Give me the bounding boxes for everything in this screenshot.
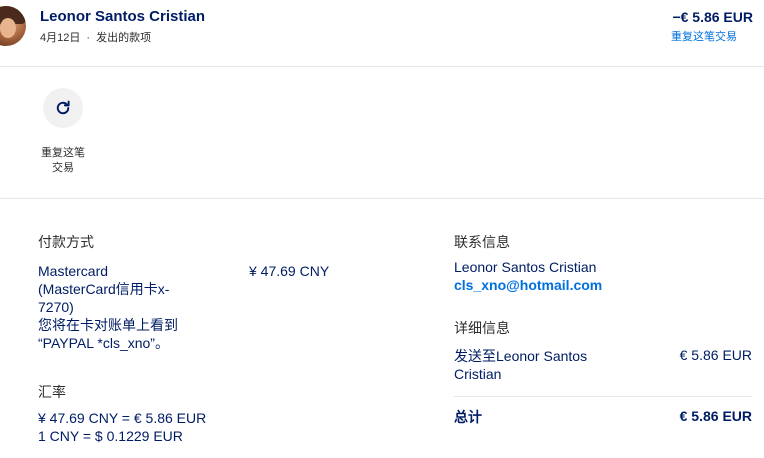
repeat-transaction-label: 重复这笔 交易 (41, 147, 85, 174)
payment-method-card-suffix: 7270) (38, 299, 74, 315)
payment-method-details: Mastercard (MasterCard信用卡x- 7270) 您将在卡对账… (38, 262, 228, 352)
transaction-date: 4月12日 (40, 32, 81, 44)
statement-note-line2: “PAYPAL *cls_xno”。 (38, 335, 169, 351)
total-label: 总计 (454, 409, 482, 425)
contact-info-details: Leonor Santos Cristian cls_xno@hotmail.c… (454, 258, 602, 294)
exchange-rate-conversion: ¥ 47.69 CNY = € 5.86 EUR (38, 410, 207, 426)
repeat-transaction-button[interactable] (43, 88, 83, 128)
section-divider (0, 198, 764, 199)
sent-to: 发送至Leonor Santos Cristian (454, 348, 588, 382)
transaction-header: Leonor Santos Cristian 4月12日 · 发出的款项 −€ … (0, 0, 764, 67)
sent-amount: € 5.86 EUR (679, 347, 752, 363)
payment-method-amount: ¥ 47.69 CNY (249, 263, 330, 279)
avatar-face (0, 18, 16, 38)
statement-note-line1: 您将在卡对账单上看到 (38, 317, 178, 333)
contact-email-link[interactable]: cls_xno@hotmail.com (454, 276, 602, 294)
refresh-icon (56, 100, 70, 115)
exchange-rate-details: ¥ 47.69 CNY = € 5.86 EUR 1 CNY = $ 0.122… (38, 409, 206, 445)
exchange-rate-unit: 1 CNY = $ 0.1229 EUR (38, 428, 183, 444)
counterparty-name: Leonor Santos Cristian (40, 8, 206, 25)
total-divider (454, 396, 752, 397)
transaction-subline: 4月12日 · 发出的款项 (40, 29, 151, 45)
repeat-transaction-link[interactable]: 重复这笔交易 (671, 28, 737, 44)
subline-separator: · (86, 32, 91, 44)
transaction-amount: −€ 5.86 EUR (672, 9, 753, 25)
contact-name: Leonor Santos Cristian (454, 259, 597, 275)
contact-info-title: 联系信息 (454, 234, 510, 250)
avatar (0, 6, 26, 46)
payment-method-title: 付款方式 (38, 234, 94, 250)
payment-method-name: Mastercard (38, 263, 109, 279)
exchange-rate-title: 汇率 (38, 384, 66, 400)
payment-method-card: (MasterCard信用卡x- (38, 281, 170, 297)
details-title: 详细信息 (454, 320, 510, 336)
transaction-type: 发出的款项 (96, 32, 152, 44)
total-amount: € 5.86 EUR (679, 408, 752, 424)
